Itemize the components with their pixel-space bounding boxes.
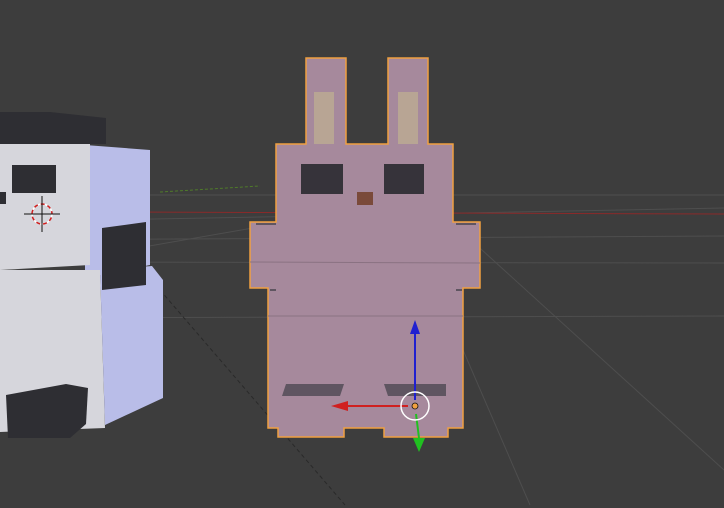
viewport-canvas[interactable] (0, 0, 724, 508)
bunny-ear-right-inner (398, 92, 418, 144)
panda-eye-patch (12, 165, 56, 193)
panda-ear (0, 112, 106, 144)
gizmo-y-arrow-icon[interactable] (413, 438, 425, 452)
y-axis-line (159, 185, 261, 193)
panda-arm (102, 222, 146, 290)
bunny-nose (357, 192, 373, 205)
panda-cheek-patch (0, 192, 6, 204)
bunny-foot-left (282, 384, 344, 396)
gizmo-center-dot-icon (411, 402, 419, 410)
bunny-block-character[interactable] (249, 57, 481, 438)
bunny-ear-left-inner (314, 92, 334, 144)
panda-block-character[interactable] (0, 112, 163, 438)
panda-head-front (0, 144, 90, 270)
bunny-eye-left (301, 164, 343, 194)
3d-viewport[interactable] (0, 0, 724, 508)
bunny-silhouette (249, 57, 481, 438)
bunny-eye-right (384, 164, 424, 194)
panda-body-side (100, 266, 163, 425)
